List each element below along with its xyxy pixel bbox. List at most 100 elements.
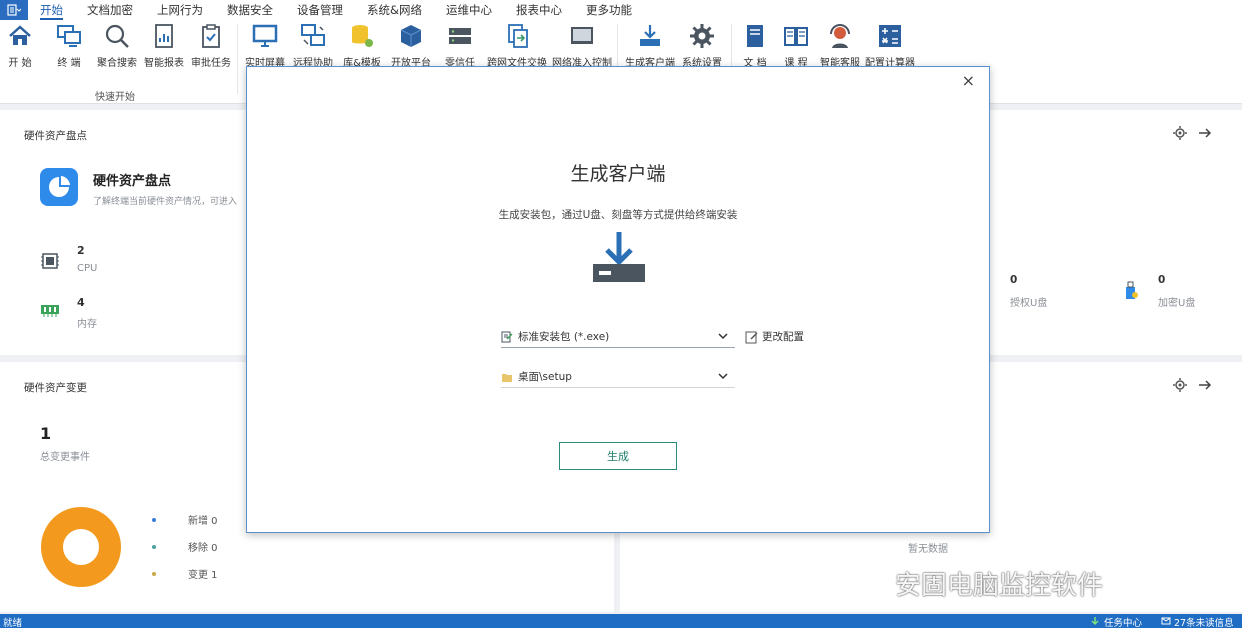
ribbon-network-access-button[interactable]: 网络准入控制	[551, 22, 613, 69]
edit-icon	[745, 331, 758, 343]
watermark: 安固电脑监控软件	[895, 571, 1104, 601]
ribbon-courses-button[interactable]: 课 程	[772, 22, 820, 69]
ribbon-calculator-button[interactable]: 配置计算器	[862, 22, 918, 69]
change-config-link[interactable]: 更改配置	[745, 329, 804, 344]
legend-item-remove: 移除 0	[152, 539, 218, 554]
gear-icon[interactable]	[1173, 126, 1187, 140]
download-arrow-icon	[1091, 617, 1099, 626]
report-icon	[155, 24, 173, 48]
status-ready: 就绪	[3, 618, 23, 628]
chevron-down-icon[interactable]	[717, 370, 729, 382]
ribbon-label: 开 始	[8, 58, 32, 69]
package-type-value: 标准安装包 (*.exe)	[518, 331, 610, 343]
menu-device-mgmt[interactable]: 设备管理	[285, 0, 355, 20]
chevron-down-icon[interactable]	[717, 330, 729, 342]
ribbon-label: 智能报表	[144, 58, 184, 69]
legend-dot	[152, 571, 156, 576]
legend-label: 新增 0	[188, 516, 218, 527]
ribbon-system-settings-button[interactable]: 系统设置	[678, 22, 726, 69]
ribbon-label: 聚合搜索	[97, 58, 137, 69]
app-menu-icon	[7, 4, 21, 16]
encrypted-usb-icon	[1126, 281, 1138, 299]
hw-change-title: 硬件资产变更	[24, 382, 87, 394]
menu-doc-encrypt[interactable]: 文档加密	[75, 0, 145, 20]
donut-slice-change	[41, 507, 121, 587]
ribbon-group-label: 快速开始	[95, 92, 135, 103]
monitor-icon	[252, 24, 278, 47]
ribbon-approval-button[interactable]: 审批任务	[187, 22, 235, 69]
database-icon	[352, 25, 373, 47]
legend-dot	[152, 517, 156, 522]
legend-item-change: 变更 1	[152, 566, 218, 581]
network-access-icon	[571, 27, 593, 44]
auth-usb-value: 0	[1010, 274, 1018, 286]
legend-dot	[152, 544, 156, 549]
download-icon	[640, 25, 660, 46]
menu-bar: 开始 文档加密 上网行为 数据安全 设备管理 系统&网络 运维中心 报表中心 更…	[0, 0, 1242, 20]
ribbon-remote-assist-button[interactable]: 远程协助	[289, 22, 337, 69]
legend-item-add: 新增 0	[152, 512, 218, 527]
arrow-right-icon[interactable]	[1198, 378, 1212, 392]
home-icon	[9, 25, 31, 45]
search-icon	[105, 24, 129, 48]
task-center-link[interactable]: 任务中心	[1104, 615, 1142, 628]
menu-web-behavior[interactable]: 上网行为	[145, 0, 215, 20]
encrypted-usb-value: 0	[1158, 274, 1166, 286]
ribbon-divider	[237, 24, 238, 94]
memory-icon	[41, 305, 59, 317]
ribbon-library-button[interactable]: 库&模板	[338, 22, 386, 69]
message-icon	[1161, 617, 1171, 625]
ribbon-file-exchange-button[interactable]: 跨网文件交换	[484, 22, 550, 69]
ribbon-search-button[interactable]: 聚合搜索	[93, 22, 141, 69]
auth-usb-label: 授权U盘	[1010, 298, 1048, 309]
output-path-select[interactable]: 桌面\setup	[501, 366, 735, 388]
gear-icon[interactable]	[1173, 378, 1187, 392]
legend-label: 移除 0	[188, 543, 218, 554]
remote-icon	[301, 24, 325, 46]
cpu-icon	[41, 253, 59, 269]
ribbon-home-button[interactable]: 开 始	[0, 22, 44, 69]
ribbon-generate-client-button[interactable]: 生成客户端	[623, 22, 677, 69]
memory-label: 内存	[77, 319, 97, 330]
ribbon-zero-trust-button[interactable]: 零信任	[436, 22, 484, 69]
book-icon	[747, 25, 763, 47]
package-icon	[501, 331, 513, 342]
generate-button[interactable]: 生成	[559, 442, 677, 470]
menu-start[interactable]: 开始	[28, 0, 75, 20]
empty-data-text: 暂无数据	[908, 544, 948, 555]
status-bar: 就绪 任务中心 27条未读信息	[0, 614, 1242, 628]
ribbon-live-screen-button[interactable]: 实时屏幕	[241, 22, 289, 69]
cpu-value: 2	[77, 244, 85, 257]
ribbon-label: 终 端	[57, 58, 81, 69]
menu-system-network[interactable]: 系统&网络	[355, 0, 434, 20]
hw-change-total-label: 总变更事件	[40, 452, 90, 463]
ribbon-support-button[interactable]: 智能客服	[816, 22, 864, 69]
package-type-select[interactable]: 标准安装包 (*.exe)	[501, 326, 735, 348]
legend-label: 变更 1	[188, 570, 218, 581]
ribbon-report-button[interactable]: 智能报表	[140, 22, 188, 69]
app-menu-button[interactable]	[0, 0, 28, 20]
close-icon[interactable]: ×	[962, 71, 975, 90]
ribbon-open-platform-button[interactable]: 开放平台	[387, 22, 435, 69]
hw-card-desc: 了解终端当前硬件资产情况，可进入	[93, 197, 238, 207]
hw-change-total: 1	[40, 424, 52, 443]
folder-icon	[502, 373, 512, 382]
arrow-right-icon[interactable]	[1198, 126, 1212, 140]
dialog-subtitle: 生成安装包，通过U盘、刻盘等方式提供给终端安装	[498, 209, 738, 221]
menu-data-security[interactable]: 数据安全	[215, 0, 285, 20]
ribbon-label: 审批任务	[191, 58, 231, 69]
memory-value: 4	[77, 296, 85, 309]
file-exchange-icon	[508, 24, 528, 48]
unread-messages[interactable]: 27条未读信息	[1174, 615, 1234, 628]
ribbon-terminals-button[interactable]: 终 端	[45, 22, 93, 69]
cube-icon	[400, 25, 422, 47]
generate-client-dialog: × 生成客户端 生成安装包，通过U盘、刻盘等方式提供给终端安装 标准安装包 (*…	[246, 66, 990, 533]
menu-report-center[interactable]: 报表中心	[504, 0, 574, 20]
change-donut-chart	[41, 507, 121, 587]
terminals-icon	[57, 25, 81, 47]
open-book-icon	[784, 27, 808, 46]
pie-chart-icon	[40, 168, 78, 206]
dialog-title: 生成客户端	[570, 163, 666, 185]
menu-ops-center[interactable]: 运维中心	[434, 0, 504, 20]
menu-more[interactable]: 更多功能	[574, 0, 644, 20]
